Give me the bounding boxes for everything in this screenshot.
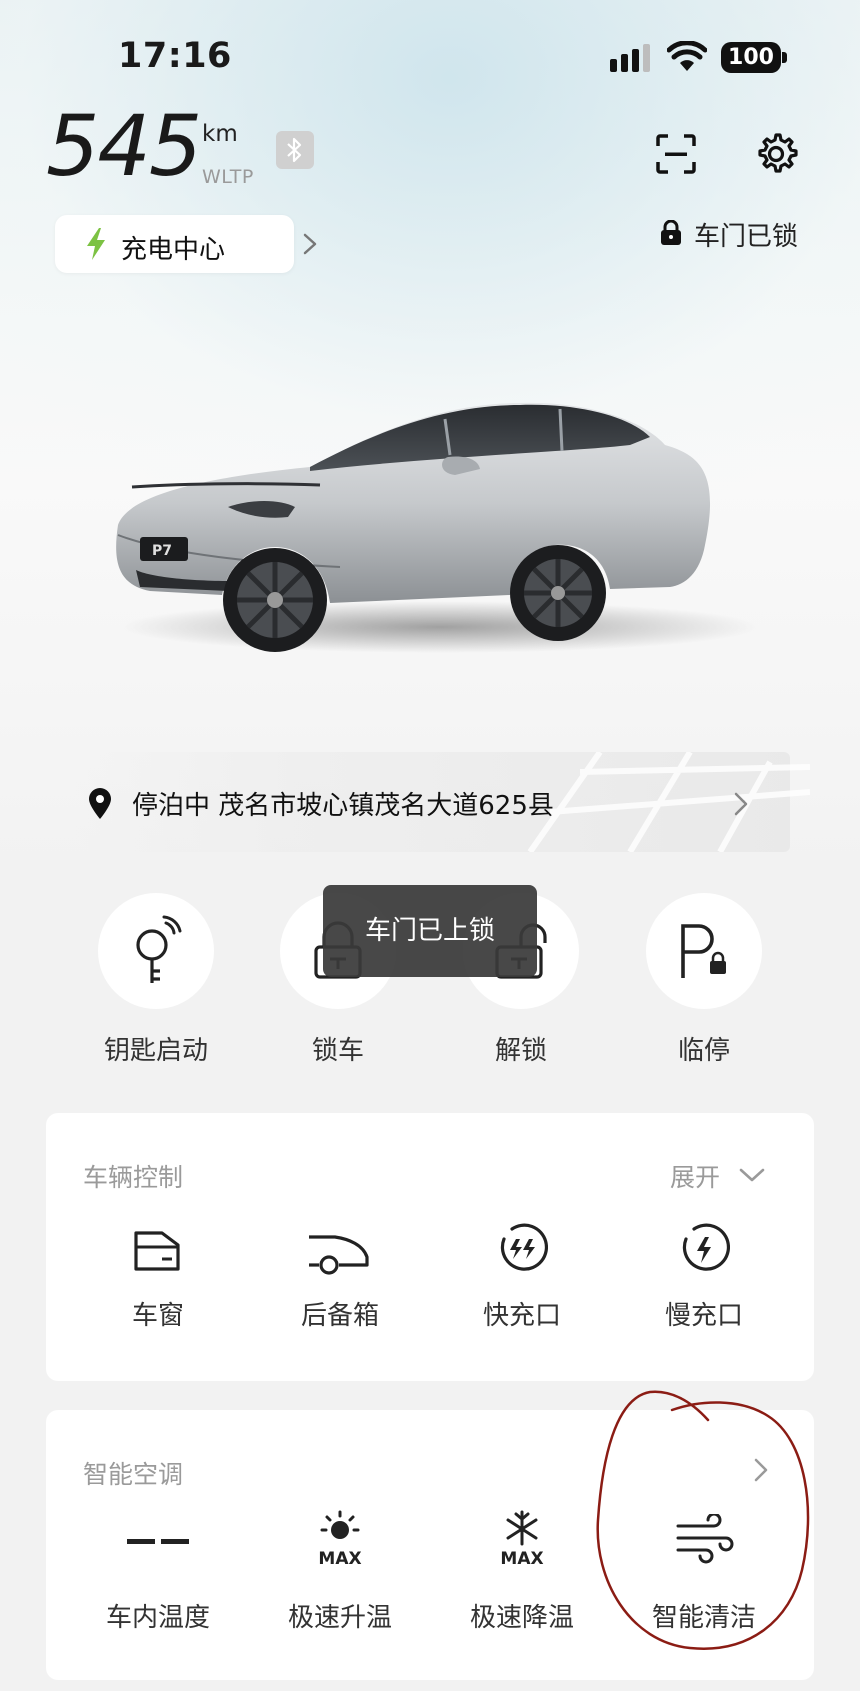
bluetooth-glyph: [287, 137, 302, 163]
expand-label: 展开: [670, 1163, 721, 1192]
max-heat-label: 极速升温: [287, 1603, 392, 1633]
window-control[interactable]: 车窗: [73, 1223, 243, 1363]
max-cool-badge: MAX: [500, 1549, 543, 1569]
fast-charge-port-icon: [500, 1223, 548, 1271]
chevron-right-icon[interactable]: [753, 1457, 769, 1483]
max-heat-badge: MAX: [318, 1549, 361, 1569]
key-icon: [136, 915, 182, 983]
key-start-label: 钥匙启动: [103, 1036, 208, 1066]
range-unit: km: [202, 121, 238, 147]
door-lock-label: 车门已锁: [694, 222, 799, 252]
fast-charge-port-label: 快充口: [482, 1301, 561, 1331]
lock-car-label: 锁车: [311, 1036, 364, 1066]
temporary-parking-label: 临停: [677, 1036, 730, 1066]
location-text: 停泊中 茂名市坡心镇茂名大道625县: [132, 791, 554, 821]
max-heat-icon: MAX: [318, 1510, 362, 1569]
trunk-icon: [309, 1235, 369, 1275]
range-standard: WLTP: [202, 166, 254, 188]
front-wheel: [223, 548, 327, 652]
slow-charge-port-control[interactable]: 慢充口: [619, 1223, 789, 1363]
temporary-parking-button[interactable]: [646, 893, 762, 1009]
license-plate: P7: [152, 543, 172, 559]
battery-tip: [782, 52, 787, 63]
expand-button[interactable]: 展开: [670, 1158, 765, 1194]
app-screen: 17:16 100 545 km WLTP 充电中心 车门已锁 P7 停泊中 茂…: [0, 0, 860, 1691]
max-cool-label: 极速降温: [469, 1603, 574, 1633]
cabin-temperature-icon: [127, 1539, 189, 1544]
signal-icon: [610, 44, 650, 72]
toast-message: 车门已上锁: [323, 885, 537, 977]
smart-clean-control[interactable]: 智能清洁: [619, 1510, 789, 1660]
window-label: 车窗: [131, 1301, 184, 1331]
battery-icon: 100: [721, 42, 787, 73]
unlock-label: 解锁: [494, 1036, 547, 1066]
slow-charge-port-label: 慢充口: [664, 1301, 743, 1331]
gear-icon[interactable]: [754, 132, 798, 176]
battery-level: 100: [721, 42, 781, 73]
climate-card: 智能空调 车内温度 MAX 极速升温 MAX 极速降温 智能清洁: [46, 1410, 814, 1680]
status-time: 17:16: [118, 36, 232, 76]
lock-icon: [661, 220, 681, 245]
charge-center-label: 充电中心: [121, 235, 226, 265]
key-start-button[interactable]: [98, 893, 214, 1009]
temporary-parking-action[interactable]: 临停: [646, 893, 762, 1073]
trunk-control[interactable]: 后备箱: [255, 1223, 425, 1363]
window-icon: [134, 1231, 180, 1271]
max-cool-icon: MAX: [500, 1510, 544, 1569]
range-value: 545: [46, 97, 202, 195]
cabin-temperature-label: 车内温度: [105, 1603, 210, 1633]
cabin-temperature-control[interactable]: 车内温度: [73, 1510, 243, 1660]
smart-clean-icon: [676, 1514, 734, 1564]
fast-charge-port-control[interactable]: 快充口: [437, 1223, 607, 1363]
max-cool-control[interactable]: MAX 极速降温: [437, 1510, 607, 1660]
slow-charge-port-icon: [682, 1223, 730, 1271]
scan-icon[interactable]: [656, 134, 696, 174]
charge-center-button[interactable]: 充电中心: [55, 215, 317, 273]
climate-title: 智能空调: [83, 1460, 184, 1489]
wifi-icon: [667, 41, 707, 71]
temporary-parking-icon: [681, 924, 726, 978]
car-image[interactable]: P7: [110, 395, 760, 665]
vehicle-control-title: 车辆控制: [83, 1163, 184, 1192]
smart-clean-label: 智能清洁: [651, 1603, 756, 1633]
chevron-down-icon: [739, 1168, 765, 1182]
bluetooth-icon[interactable]: [276, 131, 314, 169]
chevron-right-icon[interactable]: [733, 791, 749, 817]
chevron-right-icon: [303, 233, 317, 255]
charge-bolt-icon: [87, 228, 105, 260]
location-pin-icon: [89, 788, 111, 819]
max-heat-control[interactable]: MAX 极速升温: [255, 1510, 425, 1660]
key-start-action[interactable]: 钥匙启动: [98, 893, 214, 1073]
trunk-label: 后备箱: [300, 1301, 379, 1331]
vehicle-control-card: 车辆控制 展开 车窗 后备箱 快充口 慢充口: [46, 1113, 814, 1381]
rear-wheel: [510, 545, 606, 641]
